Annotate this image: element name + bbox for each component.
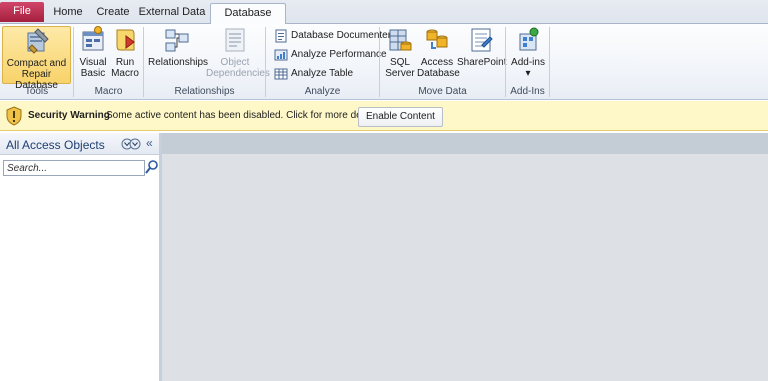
add-ins-button[interactable]: Add-ins ▾: [508, 26, 548, 79]
document-workspace: [162, 133, 768, 381]
group-relationships: Relationships Object Dependencies Relati…: [144, 24, 270, 99]
sql-server-line1: SQL: [389, 57, 410, 68]
tab-external-data[interactable]: External Data: [138, 3, 206, 24]
sharepoint-label: SharePoint: [457, 57, 507, 68]
analyze-table-icon: [274, 67, 288, 81]
security-warning-message[interactable]: Some active content has been disabled. C…: [106, 110, 382, 121]
warning-shield-icon: [6, 106, 22, 126]
access-database-line2: Database: [417, 68, 460, 79]
add-ins-icon: [515, 26, 541, 54]
object-dependencies-line2: Dependencies: [206, 68, 270, 79]
analyze-table-label: Analyze Table: [291, 68, 354, 79]
group-label-relationships: Relationships: [174, 86, 235, 97]
relationships-icon: [164, 26, 190, 54]
access-database-icon: [424, 26, 450, 54]
security-warning-bar[interactable]: Security Warning Some active content has…: [0, 101, 768, 131]
shutter-bar-collapse-button[interactable]: «: [146, 136, 153, 150]
group-analyze: Database Documenter Analyze Performance …: [266, 24, 391, 99]
navigation-pane: All Access Objects «: [0, 133, 162, 381]
object-dependencies-icon: [222, 26, 248, 54]
run-macro-line1: Run: [115, 57, 135, 68]
run-macro-icon: [112, 26, 138, 54]
run-macro-line2: Macro: [111, 68, 139, 79]
enable-content-button[interactable]: Enable Content: [358, 107, 443, 127]
documenter-icon: [274, 29, 288, 43]
tab-create[interactable]: Create: [92, 3, 134, 24]
analyze-performance-button[interactable]: Analyze Performance: [274, 46, 387, 64]
group-separator: [549, 27, 550, 97]
compact-label-line1: Compact and: [6, 58, 67, 69]
relationships-label: Relationships: [148, 57, 209, 68]
tab-database-tools[interactable]: Database Tools: [210, 3, 286, 38]
visual-basic-icon: [80, 26, 106, 54]
group-label-move-data: Move Data: [418, 86, 467, 97]
nav-search-input[interactable]: [3, 160, 145, 176]
add-ins-dropdown-arrow: ▾: [525, 68, 531, 79]
access-database-line1: Access: [420, 57, 454, 68]
nav-menu-dropdown-icon[interactable]: [121, 138, 141, 150]
visual-basic-line1: Visual: [79, 57, 107, 68]
group-tools: Compact and Repair Database Tools: [0, 24, 74, 99]
group-macro: Visual Basic Run Macro Macro: [74, 24, 144, 99]
group-label-add-ins: Add-Ins: [510, 86, 545, 97]
analyze-performance-label: Analyze Performance: [291, 49, 387, 60]
navigation-pane-title[interactable]: All Access Objects: [6, 138, 105, 152]
relationships-button[interactable]: Relationships: [148, 26, 209, 68]
sql-server-icon: [387, 26, 413, 54]
ribbon: Compact and Repair Database Tools Visual…: [0, 24, 768, 100]
database-documenter-button[interactable]: Database Documenter: [274, 27, 391, 45]
group-label-tools: Tools: [24, 86, 49, 97]
navigation-pane-header[interactable]: All Access Objects «: [0, 133, 159, 155]
sql-server-line2: Server: [385, 68, 415, 79]
tab-file[interactable]: File: [0, 2, 44, 22]
access-database-button[interactable]: Access Database: [417, 26, 460, 79]
visual-basic-line2: Basic: [80, 68, 106, 79]
sharepoint-button[interactable]: SharePoint: [457, 26, 507, 68]
sharepoint-icon: [468, 26, 494, 54]
object-dependencies-line1: Object: [220, 57, 250, 68]
security-warning-title: Security Warning: [28, 110, 110, 121]
visual-basic-button[interactable]: Visual Basic: [78, 26, 108, 79]
run-macro-button[interactable]: Run Macro: [110, 26, 140, 79]
workspace-header-bar: [162, 133, 768, 154]
object-dependencies-button[interactable]: Object Dependencies: [206, 26, 270, 79]
analyze-performance-icon: [274, 48, 288, 62]
group-move-data: SQL Server Access Database SharePoint Mo…: [380, 24, 506, 99]
sql-server-button[interactable]: SQL Server: [384, 26, 416, 79]
tab-home[interactable]: Home: [48, 3, 88, 24]
group-label-analyze: Analyze: [304, 86, 341, 97]
compact-repair-icon: [24, 27, 50, 55]
group-add-ins: Add-ins ▾ Add-Ins: [506, 24, 550, 99]
ribbon-tab-strip: File Home Create External Data Database …: [0, 0, 768, 38]
analyze-table-button[interactable]: Analyze Table: [274, 65, 353, 83]
database-documenter-label: Database Documenter: [291, 30, 392, 41]
compact-repair-button[interactable]: Compact and Repair Database: [2, 26, 71, 91]
search-icon[interactable]: [145, 159, 159, 175]
add-ins-label: Add-ins: [511, 57, 545, 68]
group-label-macro: Macro: [94, 86, 123, 97]
